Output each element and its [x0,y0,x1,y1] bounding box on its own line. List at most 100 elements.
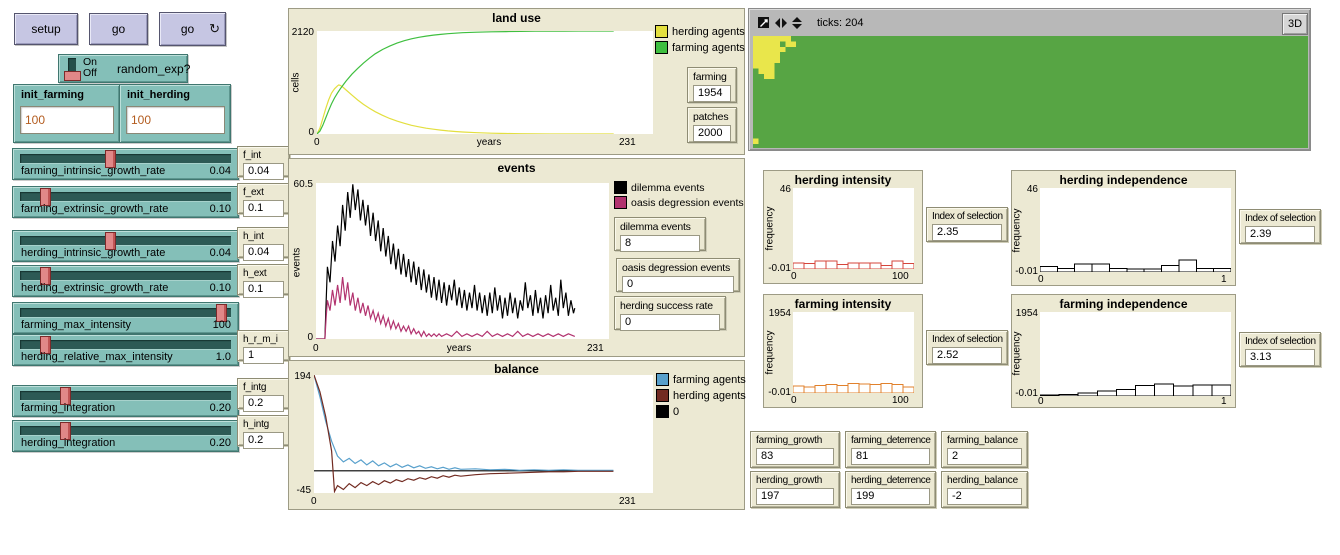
monitor-value: 2.35 [932,224,1002,241]
monitor-oasis-degression-events: oasis degression events 0 [616,258,740,292]
switch-handle[interactable] [64,71,81,81]
x-tick: 1 [1221,396,1227,407]
monitor-f-ext: f_ext 0.1 [237,183,290,214]
legend-zero: 0 [656,405,679,418]
legend-farming-agents: farming agents [655,41,745,54]
monitor-value: 83 [756,448,834,465]
monitor-f-intg: f_intg 0.2 [237,378,290,409]
monitor-index-herding-independence: Index of selection 2.39 [1239,209,1321,244]
monitor-label: oasis degression events [622,262,734,274]
y-tick: 46 [1012,184,1038,195]
monitor-value: -2 [947,488,1022,505]
y-axis-label: frequency [1012,205,1023,257]
monitor-label: h_ext [243,268,284,279]
ticks-counter: ticks: 204 [817,17,863,29]
init-farming-field[interactable] [20,106,114,134]
legend-herding-agents: herding agents [656,389,746,402]
monitor-farming: farming 1954 [687,67,737,103]
vertical-arrows-icon[interactable] [790,16,804,30]
legend-label: oasis degression events [631,197,744,209]
legend-label: farming agents [672,42,745,54]
x-tick: 0 [1038,274,1044,285]
legend-label: farming agents [673,374,746,386]
slider-farming-intrinsic-growth-rate[interactable]: farming_intrinsic_growth_rate0.04 [12,148,239,180]
world-canvas[interactable] [753,36,1308,148]
monitor-label: f_int [243,150,284,161]
monitor-value: 2.52 [932,347,1002,364]
slider-label: farming_integration [21,402,115,414]
legend-herding-agents: herding agents [655,25,745,38]
slider-label: herding_integration [21,437,115,449]
monitor-value: 0.04 [243,244,284,261]
view-3d-button[interactable]: 3D [1282,13,1308,35]
y-axis-label: frequency [765,327,776,379]
y-axis-label: cells [291,63,302,103]
legend-swatch [656,389,669,402]
slider-track[interactable] [20,192,231,201]
go-forever-button-label: go [181,22,194,36]
setup-button[interactable]: setup [14,13,78,45]
monitor-value: 0 [622,276,734,293]
x-tick: 0 [791,395,797,406]
slider-value: 0.10 [210,282,231,294]
plot-balance: balance 194 -45 0 231 farming agents her… [288,360,745,510]
monitor-label: Index of selection [932,211,1002,222]
random-exp-switch[interactable]: On Off random_exp? [58,54,188,83]
slider-value: 0.04 [210,247,231,259]
go-button[interactable]: go [89,13,148,45]
go-button-label: go [112,22,125,36]
slider-farming-integration[interactable]: farming_integration 0.20 [12,385,239,417]
slider-herding-integration[interactable]: herding_integration0.20 [12,420,239,452]
land-use-plot-area [317,31,653,134]
y-tick: 194 [289,371,311,382]
monitor-h-ext: h_ext 0.1 [237,264,290,295]
slider-track[interactable] [20,340,231,349]
monitor-label: herding_growth [756,475,834,486]
world-view-window: ticks: 204 3D [748,8,1311,151]
slider-value: 1.0 [216,351,231,363]
herding-independence-plot-area [1040,188,1231,272]
slider-value: 0.20 [210,402,231,414]
monitor-label: Index of selection [1245,336,1315,347]
monitor-label: h_r_m_i [243,334,284,345]
slider-farming-max-intensity[interactable]: farming_max_intensity100 [12,302,239,334]
monitor-value: 1954 [693,85,731,102]
go-forever-button[interactable]: go ↻ [159,12,226,46]
x-tick: 231 [619,137,636,148]
slider-track[interactable] [20,391,231,400]
y-tick: 1954 [765,308,791,319]
slider-track[interactable] [20,154,231,163]
legend-dilemma-events: dilemma events [614,181,705,194]
slider-track[interactable] [20,236,231,245]
y-tick: 0 [289,127,314,138]
monitor-label: Index of selection [1245,213,1315,224]
switch-name-label: random_exp? [117,62,190,76]
monitor-value: 0.1 [243,281,284,298]
legend-label: herding agents [672,26,745,38]
monitor-farming-growth: farming_growth 83 [750,431,840,468]
legend-swatch [656,373,669,386]
horizontal-arrows-icon[interactable] [774,16,788,30]
monitor-label: herding success rate [620,300,720,312]
plot-title: events [289,161,744,175]
x-tick: 0 [311,496,317,507]
slider-herding-intrinsic-growth-rate[interactable]: herding_intrinsic_growth_rate0.04 [12,230,239,262]
herding-intensity-plot-area [793,188,914,269]
resize-diagonal-icon[interactable] [757,16,771,30]
legend-label: 0 [673,406,679,418]
slider-track[interactable] [20,308,231,317]
monitor-herding-balance: herding_balance -2 [941,471,1028,508]
init-herding-field[interactable] [126,106,225,134]
x-tick: 0 [314,137,320,148]
slider-track[interactable] [20,271,231,280]
plot-title: land use [289,11,744,25]
legend-swatch [614,196,627,209]
slider-farming-extrinsic-growth-rate[interactable]: farming_extrinsic_growth_rate0.10 [12,186,239,218]
monitor-value: 2.39 [1245,226,1315,243]
slider-herding-extrinsic-growth-rate[interactable]: herding_extrinsic_growth_rate0.10 [12,265,239,297]
plot-farming-intensity: farming intensity 1954 -0.01 frequency 0… [763,294,923,408]
x-axis-label: years [419,343,499,354]
monitor-label: h_int [243,231,284,242]
slider-track[interactable] [20,426,231,435]
slider-herding-relative-max-intensity[interactable]: herding_relative_max_intensity1.0 [12,334,239,366]
